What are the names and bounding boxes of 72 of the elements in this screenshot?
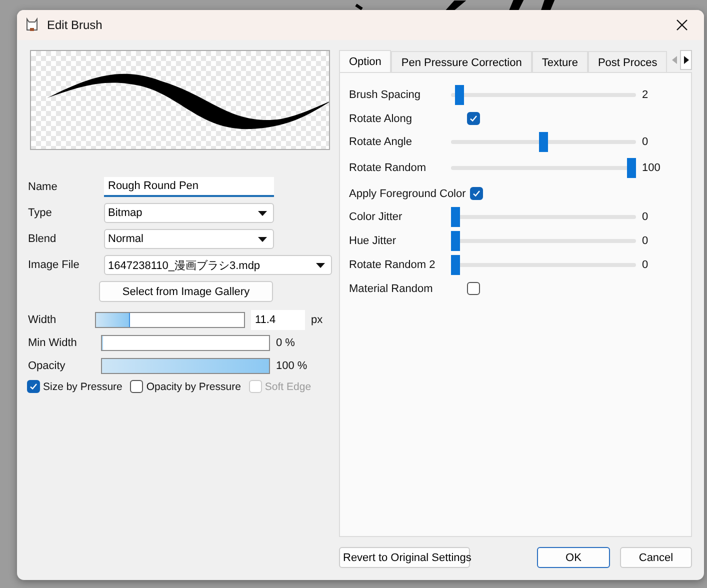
- setting-label: Brush Spacing: [349, 89, 422, 101]
- slider[interactable]: [451, 255, 636, 275]
- slider[interactable]: [451, 231, 636, 251]
- ok-button[interactable]: OK: [537, 547, 610, 568]
- setting-label: Rotate Angle: [349, 136, 413, 148]
- name-field[interactable]: Rough Round Pen: [104, 177, 274, 197]
- field-label: Blend: [28, 233, 58, 245]
- checkmark-icon: [29, 382, 38, 391]
- checkmark-icon: [469, 114, 478, 123]
- width-bar[interactable]: [95, 312, 245, 328]
- width-field[interactable]: 11.4: [251, 310, 305, 330]
- caret-icon: [316, 262, 325, 268]
- tab[interactable]: Post Proces: [588, 51, 668, 72]
- close-icon: [676, 19, 688, 31]
- window-title: Edit Brush: [47, 18, 104, 32]
- field-label: Name: [28, 181, 58, 193]
- caret-icon: [258, 210, 267, 216]
- tab[interactable]: Pen Pressure Correction: [391, 51, 532, 72]
- dropdown[interactable]: 1647238110_漫画ブラシ3.mdp: [104, 255, 332, 275]
- field-label: Image File: [28, 259, 80, 271]
- slider-value: 2: [642, 89, 650, 101]
- caret-icon: [258, 236, 267, 242]
- slider-thumb[interactable]: [451, 207, 460, 227]
- slider-value: 0: [642, 211, 650, 223]
- checkbox[interactable]: [470, 187, 483, 200]
- field-label: Type: [28, 207, 53, 219]
- slider-value: 0: [642, 259, 650, 271]
- setting-label: Color Jitter: [349, 211, 404, 223]
- slider-value: 100: [642, 162, 662, 174]
- checkbox[interactable]: [467, 282, 480, 295]
- tab[interactable]: Option: [339, 50, 392, 72]
- slider[interactable]: [451, 158, 636, 178]
- checkbox[interactable]: [27, 380, 40, 393]
- field-label: Min Width: [28, 337, 78, 349]
- tab[interactable]: Texture: [532, 51, 588, 72]
- slider[interactable]: [451, 207, 636, 227]
- gallery-button[interactable]: Select from Image Gallery: [99, 281, 273, 302]
- field-label: Width: [28, 314, 58, 326]
- checkmark-icon: [472, 189, 481, 198]
- revert-button[interactable]: Revert to Original Settings: [339, 547, 470, 568]
- scroll-right-button[interactable]: [680, 50, 692, 70]
- slider-value: 0: [642, 235, 650, 247]
- checkbox-label: Soft Edge: [264, 380, 312, 392]
- slider-thumb[interactable]: [539, 132, 548, 152]
- slider[interactable]: [451, 132, 636, 152]
- cancel-button[interactable]: Cancel: [620, 547, 692, 568]
- bar-reading: 100 %: [276, 360, 308, 372]
- setting-label: Rotate Random 2: [349, 259, 436, 271]
- slider-value: 0: [642, 136, 650, 148]
- setting-label: Material Random: [349, 282, 434, 294]
- triangle-right-icon: [684, 56, 688, 64]
- value-bar[interactable]: [101, 335, 270, 351]
- setting-label: Rotate Along: [349, 112, 413, 124]
- checkbox-label: Opacity by Pressure: [146, 380, 241, 392]
- setting-label: Hue Jitter: [349, 235, 398, 247]
- checkbox[interactable]: [130, 380, 144, 393]
- setting-label: Rotate Random: [349, 162, 428, 174]
- slider[interactable]: [451, 85, 636, 105]
- dropdown[interactable]: Normal: [104, 229, 274, 249]
- triangle-left-icon: [672, 56, 676, 64]
- slider-thumb[interactable]: [451, 231, 460, 251]
- slider-thumb[interactable]: [451, 255, 460, 275]
- unit-label: px: [311, 314, 323, 326]
- app-icon: [25, 17, 39, 33]
- dropdown[interactable]: Bitmap: [104, 203, 274, 223]
- field-label: Opacity: [28, 360, 66, 372]
- slider-thumb[interactable]: [454, 85, 464, 105]
- slider-thumb[interactable]: [627, 158, 636, 178]
- checkbox-label: Size by Pressure: [43, 380, 122, 392]
- bar-reading: 0 %: [276, 337, 295, 349]
- setting-label: Apply Foreground Color: [349, 188, 466, 200]
- checkbox[interactable]: [467, 112, 480, 125]
